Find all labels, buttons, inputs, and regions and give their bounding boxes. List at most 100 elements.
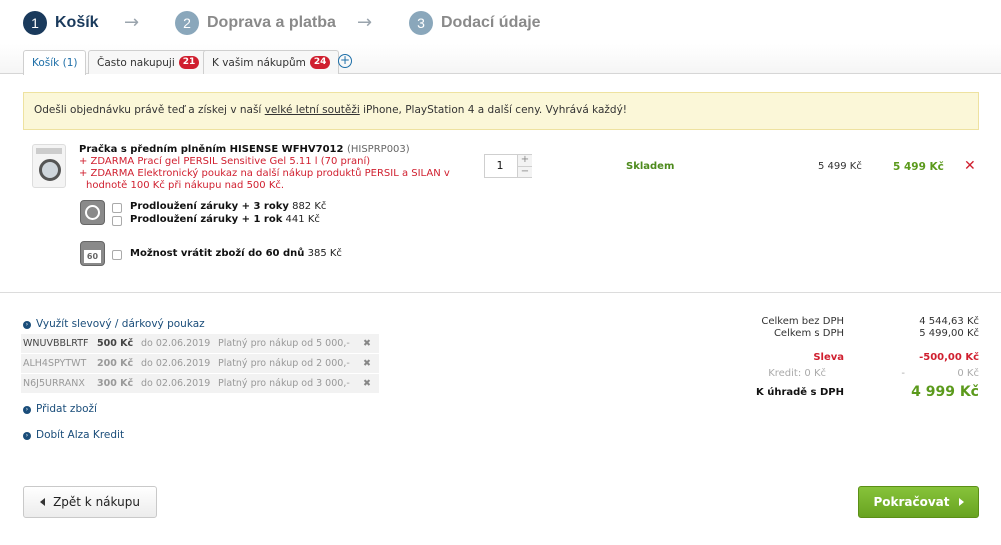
banner-text: Odešli objednávku právě teď a získej v n… <box>34 104 265 116</box>
count-badge: 24 <box>309 56 331 69</box>
step-cart[interactable]: 1 Košík <box>23 10 99 36</box>
use-voucher-link[interactable]: › Využít slevový / dárkový poukaz <box>23 318 205 330</box>
total-vat-label: Celkem s DPH <box>773 328 844 339</box>
gift-voucher: + ZDARMA Elektronický poukaz na další ná… <box>79 168 450 179</box>
button-label: Pokračovat <box>873 495 950 509</box>
voucher-amount: 300 Kč <box>97 378 134 389</box>
chevron-right-icon: › <box>23 406 31 414</box>
credit-label: Kredit: 0 Kč <box>768 368 826 379</box>
voucher-validity: do 02.06.2019 <box>141 378 211 389</box>
arrow-right-icon <box>958 498 964 506</box>
credit-value: 0 Kč <box>957 368 979 379</box>
product-name[interactable]: Pračka s předním plněním HISENSE WFHV701… <box>79 144 410 155</box>
remove-item-icon[interactable]: ✕ <box>964 158 976 174</box>
chevron-right-icon: › <box>23 321 31 329</box>
amount-due-label: K úhradě s DPH <box>755 387 844 398</box>
banner-text: iPhone, PlayStation 4 a další ceny. Vyhr… <box>359 104 628 116</box>
total-no-vat-label: Celkem bez DPH <box>761 316 844 327</box>
step-label: Košík <box>55 14 99 31</box>
warranty-3y-option: Prodloužení záruky + 3 roky 882 Kč <box>130 201 326 212</box>
tab-related-to-purchases[interactable]: K vašim nákupům 24 <box>203 50 340 74</box>
calendar-number: 60 <box>84 250 101 263</box>
top-up-credit-link[interactable]: › Dobít Alza Kredit <box>23 429 124 441</box>
service-label: Prodloužení záruky + 1 rok <box>130 214 283 225</box>
gift-voucher-cont: hodnotě 100 Kč při nákupu nad 500 Kč. <box>86 180 285 191</box>
step-delivery-details[interactable]: 3 Dodací údaje <box>409 10 541 36</box>
link-label: Využít slevový / dárkový poukaz <box>36 318 205 330</box>
service-price: 441 Kč <box>285 214 320 225</box>
voucher-amount: 200 Kč <box>97 358 134 369</box>
service-price: 882 Kč <box>292 201 327 212</box>
total-vat-value: 5 499,00 Kč <box>919 328 979 339</box>
voucher-row: WNUVBBLRTF 500 Kč do 02.06.2019 Platný p… <box>21 334 379 353</box>
gift-persil-gel: + ZDARMA Prací gel PERSIL Sensitive Gel … <box>79 156 371 167</box>
voucher-validity: do 02.06.2019 <box>141 358 211 369</box>
voucher-code: WNUVBBLRTF <box>23 338 89 349</box>
tab-often-bought[interactable]: Často nakupuji 21 <box>88 50 209 74</box>
cart-item: Pračka s předním plněním HISENSE WFHV701… <box>0 138 1001 293</box>
warranty-seal <box>85 205 100 220</box>
continue-button[interactable]: Pokračovat <box>858 486 979 518</box>
washing-machine-image[interactable] <box>32 144 66 188</box>
link-label: Přidat zboží <box>36 403 97 415</box>
link-label: Dobít Alza Kredit <box>36 429 125 441</box>
discount-value: -500,00 Kč <box>919 352 979 363</box>
return-60-option: Možnost vrátit zboží do 60 dnů 385 Kč <box>130 248 342 259</box>
return-60-days-icon: 60 <box>80 241 105 266</box>
remove-voucher-icon[interactable]: ✖ <box>363 358 371 369</box>
warranty-1y-checkbox[interactable] <box>112 216 122 226</box>
stock-status: Skladem <box>626 161 675 172</box>
voucher-condition: Platný pro nákup od 3 000,- <box>218 378 350 389</box>
step-label: Doprava a platba <box>207 14 336 31</box>
total-no-vat-value: 4 544,63 Kč <box>919 316 979 327</box>
voucher-validity: do 02.06.2019 <box>141 338 211 349</box>
credit-dash: - <box>901 368 905 379</box>
step-number: 3 <box>409 11 433 35</box>
service-label: Možnost vrátit zboží do 60 dnů <box>130 248 305 259</box>
service-label: Prodloužení záruky + 3 roky <box>130 201 289 212</box>
arrow-right-icon: → <box>357 12 373 33</box>
remove-voucher-icon[interactable]: ✖ <box>363 338 371 349</box>
button-label: Zpět k nákupu <box>53 495 140 509</box>
return-60-checkbox[interactable] <box>112 250 122 260</box>
discount-label: Sleva <box>813 352 844 363</box>
tab-cart[interactable]: Košík (1) <box>23 50 87 75</box>
step-shipping-payment[interactable]: 2 Doprava a platba <box>175 10 336 36</box>
machine-panel <box>36 148 62 154</box>
tab-label: Košík (1) <box>32 57 78 69</box>
voucher-code: N6J5URRANX <box>23 378 85 389</box>
unit-price: 5 499 Kč <box>818 161 862 172</box>
warranty-1y-option: Prodloužení záruky + 1 rok 441 Kč <box>130 214 320 225</box>
total-price: 5 499 Kč <box>893 161 944 173</box>
remove-voucher-icon[interactable]: ✖ <box>363 378 371 389</box>
quantity-plus-button[interactable]: + <box>517 155 532 166</box>
voucher-list: WNUVBBLRTF 500 Kč do 02.06.2019 Platný p… <box>21 334 379 394</box>
promo-banner: Odešli objednávku právě teď a získej v n… <box>23 92 979 130</box>
machine-door <box>39 159 61 181</box>
quantity-stepper: 1 + − <box>484 154 532 178</box>
warranty-icon <box>80 200 105 225</box>
service-price: 385 Kč <box>307 248 342 259</box>
step-number: 1 <box>23 11 47 35</box>
back-to-shopping-button[interactable]: Zpět k nákupu <box>23 486 157 518</box>
arrow-left-icon <box>40 498 46 506</box>
voucher-amount: 500 Kč <box>97 338 134 349</box>
add-goods-link[interactable]: › Přidat zboží <box>23 403 97 415</box>
warranty-3y-checkbox[interactable] <box>112 203 122 213</box>
voucher-code: ALH4SPYTWT <box>23 358 87 369</box>
voucher-row: N6J5URRANX 300 Kč do 02.06.2019 Platný p… <box>21 374 379 393</box>
quantity-input[interactable]: 1 <box>485 155 515 177</box>
add-tab-icon[interactable]: + <box>338 54 352 68</box>
product-code: (HISPRP003) <box>346 144 410 155</box>
step-number: 2 <box>175 11 199 35</box>
voucher-condition: Platný pro nákup od 5 000,- <box>218 338 350 349</box>
voucher-row: ALH4SPYTWT 200 Kč do 02.06.2019 Platný p… <box>21 354 379 373</box>
tab-label: K vašim nákupům <box>212 56 306 69</box>
quantity-minus-button[interactable]: − <box>517 166 532 177</box>
product-title: Pračka s předním plněním HISENSE WFHV701… <box>79 144 344 155</box>
contest-link[interactable]: velké letní soutěži <box>265 104 360 116</box>
arrow-right-icon: → <box>124 12 140 33</box>
voucher-condition: Platný pro nákup od 2 000,- <box>218 358 350 369</box>
checkout-steps: 1 Košík → 2 Doprava a platba → 3 Dodací … <box>0 0 1001 44</box>
count-badge: 21 <box>178 56 200 69</box>
